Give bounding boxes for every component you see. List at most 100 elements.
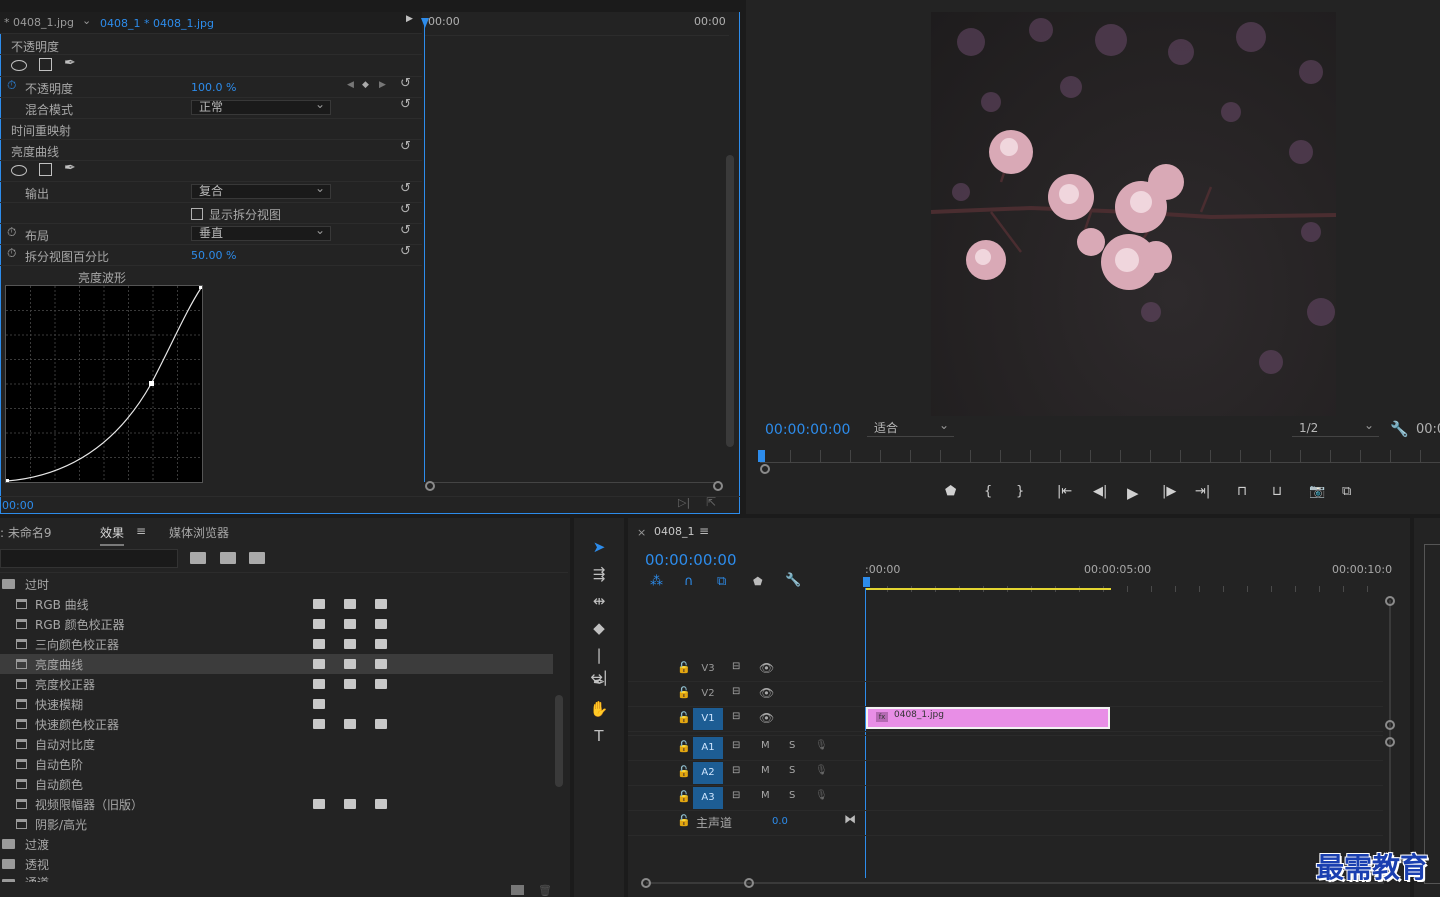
type-tool-icon[interactable]: T (588, 725, 610, 747)
effect-list-item[interactable]: 快速颜色校正器 (0, 714, 553, 734)
tab-effects[interactable]: 效果 (100, 524, 125, 546)
play-icon[interactable]: ▶ (1127, 484, 1139, 502)
effect-list-item[interactable]: 亮度曲线 (0, 654, 553, 674)
hscroll-handle-right[interactable] (744, 878, 754, 888)
play-audio-icon[interactable]: ▷| (678, 496, 690, 509)
curve-svg[interactable] (6, 286, 202, 482)
trash-icon[interactable]: 🗑 (538, 884, 552, 897)
go-to-in-icon[interactable]: |⇤ (1057, 484, 1072, 499)
effect-list-item[interactable]: RGB 曲线 (0, 594, 553, 614)
vscroll-handle-top[interactable] (1385, 596, 1395, 606)
reset-icon[interactable]: ↺ (400, 76, 411, 91)
reset-icon[interactable]: ↺ (400, 181, 411, 196)
solo-button[interactable]: S (789, 790, 795, 801)
nest-toggle-icon[interactable]: ⁂ (650, 574, 663, 589)
step-forward-icon[interactable]: |▶ (1162, 484, 1176, 499)
effect-list-item[interactable]: 视频限幅器（旧版） (0, 794, 553, 814)
32bit-filter-icon[interactable] (220, 552, 236, 564)
vscroll-handle-audio[interactable] (1385, 737, 1395, 747)
chevron-down-icon[interactable]: ⌄ (82, 14, 91, 27)
source-clip-tab[interactable]: * 0408_1.jpg (4, 16, 74, 29)
track-target-toggle[interactable]: A3 (693, 787, 723, 809)
vertical-scrollbar[interactable] (726, 155, 734, 447)
sync-lock-icon[interactable]: ⊟ (732, 740, 740, 751)
sync-lock-icon[interactable]: ⊟ (732, 661, 740, 672)
playhead-marker-icon[interactable] (421, 18, 429, 28)
scroll-handle-right[interactable] (713, 481, 723, 491)
mask-rect-icon[interactable] (39, 163, 52, 176)
slip-tool-icon[interactable]: |↔| (588, 644, 610, 686)
mask-pen-icon[interactable]: ✒ (64, 160, 76, 176)
linked-selection-icon[interactable]: ⧉ (717, 574, 726, 589)
timeline-timecode[interactable]: 00:00:00:00 (645, 551, 737, 569)
lock-icon[interactable]: 🔓 (677, 765, 691, 778)
wrench-icon[interactable]: 🔧 (1390, 420, 1409, 438)
mark-in-icon[interactable]: { (984, 484, 992, 499)
lock-icon[interactable]: 🔓 (677, 661, 691, 674)
mute-button[interactable]: M (761, 765, 770, 776)
yuv-filter-icon[interactable] (249, 552, 265, 564)
timeline-settings-icon[interactable]: 🔧 (785, 573, 801, 588)
effect-list-item[interactable]: 自动颜色 (0, 774, 553, 794)
scroll-handle-left[interactable] (425, 481, 435, 491)
razor-tool-icon[interactable]: ◆ (588, 617, 610, 639)
effect-list-item[interactable]: 三向颜色校正器 (0, 634, 553, 654)
mask-pen-icon[interactable]: ✒ (64, 55, 76, 71)
program-video-frame[interactable] (931, 12, 1336, 416)
master-volume-value[interactable]: 0.0 (772, 816, 788, 827)
mask-ellipse-icon[interactable] (11, 165, 27, 176)
reset-icon[interactable]: ↺ (400, 139, 411, 154)
hscroll-handle-left[interactable] (641, 878, 651, 888)
program-scroll-handle[interactable] (760, 464, 770, 474)
extract-icon[interactable]: ⊔ (1272, 484, 1282, 499)
mask-rect-icon[interactable] (39, 58, 52, 71)
effect-timeline-ruler[interactable] (424, 12, 729, 36)
opacity-section-label[interactable]: 不透明度 (11, 38, 59, 55)
tab-media-browser[interactable]: 媒体浏览器 (169, 524, 229, 541)
eye-icon[interactable]: 👁 (759, 711, 774, 725)
sync-lock-icon[interactable]: ⊟ (732, 686, 740, 697)
effect-list-item[interactable]: 阴影/高光 (0, 814, 553, 834)
add-keyframe-icon[interactable]: ◆ (362, 80, 369, 90)
timeline-horizontal-scrollbar[interactable] (646, 882, 1384, 884)
mute-button[interactable]: M (761, 740, 770, 751)
stopwatch-icon[interactable]: ⏱ (7, 246, 16, 261)
pen-tool-icon[interactable]: ✒ (588, 671, 610, 693)
time-remap-label[interactable]: 时间重映射 (11, 122, 71, 139)
folder-obsolete[interactable]: 过时 (0, 574, 553, 594)
lift-icon[interactable]: ⊓ (1237, 484, 1247, 499)
split-view-checkbox[interactable] (191, 208, 203, 220)
voiceover-mic-icon[interactable]: 🎙 (815, 790, 828, 801)
work-area-bar[interactable] (866, 588, 1111, 590)
track-target-toggle[interactable]: V3 (693, 658, 723, 680)
hand-tool-icon[interactable]: ✋ (588, 698, 610, 720)
folder-perspective[interactable]: 透视 (0, 854, 553, 874)
next-keyframe-icon[interactable]: ▶ (379, 80, 386, 90)
playhead-line[interactable] (424, 18, 425, 482)
lock-icon[interactable]: 🔓 (677, 790, 691, 803)
opacity-value[interactable]: 100.0 % (191, 81, 236, 94)
voiceover-mic-icon[interactable]: 🎙 (815, 740, 828, 751)
vscroll-handle-mid[interactable] (1385, 720, 1395, 730)
horizontal-scrollbar[interactable] (430, 482, 720, 490)
sequence-tab[interactable]: 0408_1 (654, 525, 695, 538)
folder-transition[interactable]: 过渡 (0, 834, 553, 854)
track-select-tool-icon[interactable]: ⇶ (588, 563, 610, 585)
sequence-menu-icon[interactable]: ≡ (699, 524, 709, 538)
effect-list-item[interactable]: 快速模糊 (0, 694, 553, 714)
folder-channel[interactable]: 通道 (0, 874, 553, 882)
track-target-toggle[interactable]: A2 (693, 762, 723, 784)
quality-dropdown[interactable]: 1/2 (1292, 419, 1379, 437)
track-target-toggle[interactable]: V2 (693, 683, 723, 705)
effect-list-item[interactable]: 自动色阶 (0, 754, 553, 774)
lock-icon[interactable]: 🔓 (677, 814, 691, 827)
reset-icon[interactable]: ↺ (400, 202, 411, 217)
new-bin-icon[interactable] (511, 885, 524, 895)
expand-arrow-icon[interactable]: ▶ (406, 14, 413, 24)
program-playhead-icon[interactable] (758, 450, 765, 462)
sync-lock-icon[interactable]: ⊟ (732, 790, 740, 801)
mute-button[interactable]: M (761, 790, 770, 801)
add-marker-icon[interactable]: ⬟ (945, 484, 956, 499)
tab-project[interactable]: : 未命名9 (0, 524, 52, 541)
mask-ellipse-icon[interactable] (11, 60, 27, 71)
